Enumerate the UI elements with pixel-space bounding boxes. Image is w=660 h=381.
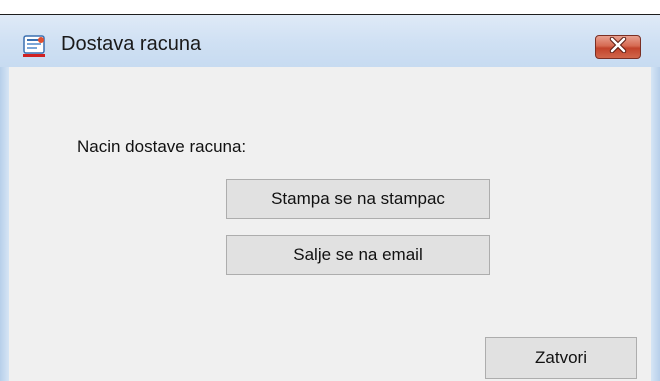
window-frame-right bbox=[651, 67, 660, 381]
desktop-strip bbox=[0, 0, 660, 14]
close-icon bbox=[609, 36, 627, 58]
title-bar[interactable]: Dostava racuna bbox=[0, 15, 660, 67]
email-button[interactable]: Salje se na email bbox=[226, 235, 490, 275]
dialog-client-area: Nacin dostave racuna: Stampa se na stamp… bbox=[9, 67, 651, 381]
window-title: Dostava racuna bbox=[61, 33, 202, 55]
window-close-button[interactable] bbox=[595, 35, 641, 59]
delivery-method-label: Nacin dostave racuna: bbox=[77, 137, 247, 156]
window-frame-left bbox=[0, 67, 9, 381]
close-button[interactable]: Zatvori bbox=[485, 337, 637, 379]
app-icon bbox=[23, 34, 47, 58]
print-button[interactable]: Stampa se na stampac bbox=[226, 179, 490, 219]
screen: Dostava racuna Nacin dostave racuna: Sta… bbox=[0, 0, 660, 381]
dialog-window: Dostava racuna Nacin dostave racuna: Sta… bbox=[0, 14, 660, 381]
